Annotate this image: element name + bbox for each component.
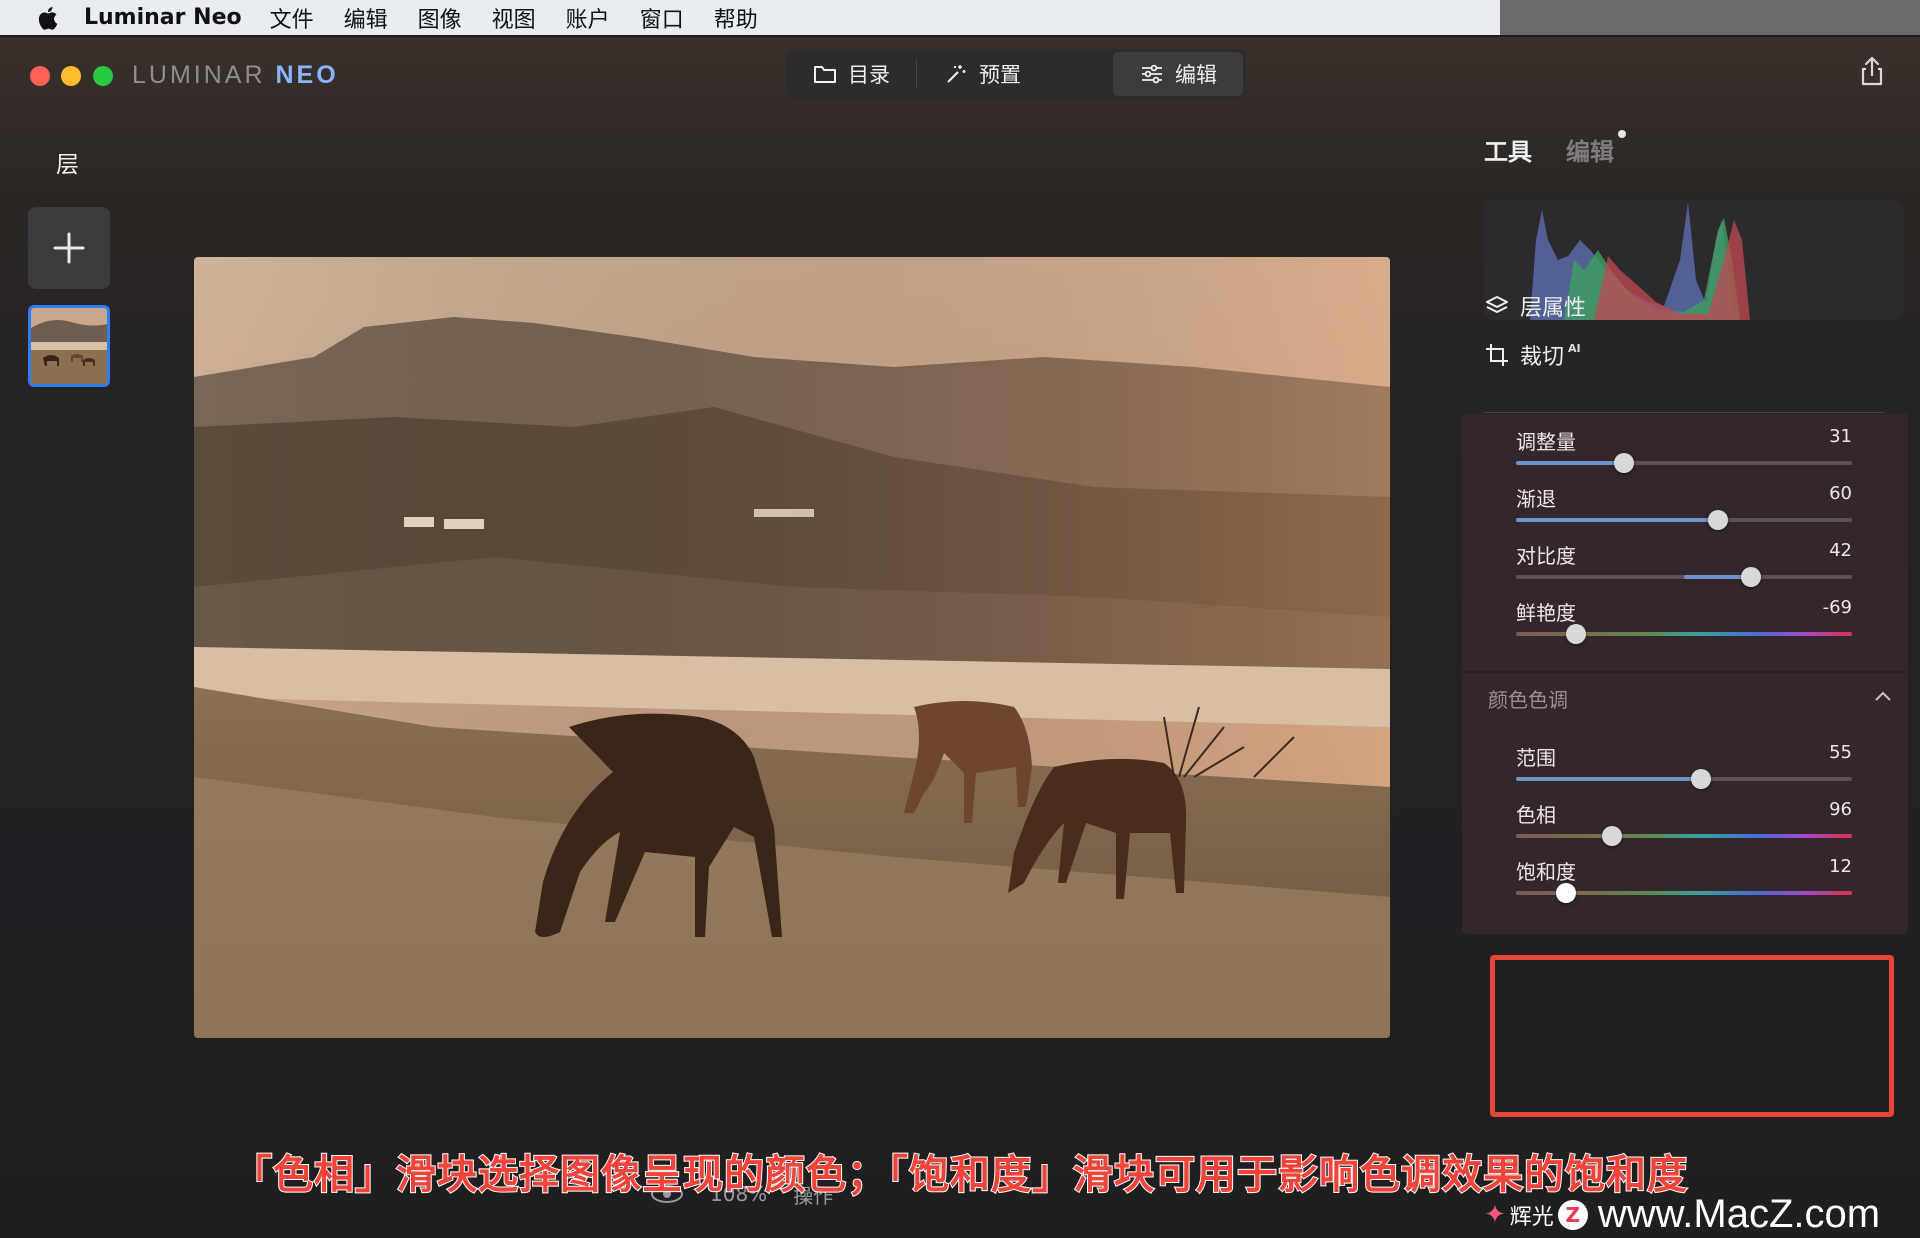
menu-help[interactable]: 帮助 bbox=[714, 2, 758, 34]
slider-fade-label: 渐退 bbox=[1516, 487, 1556, 511]
close-window-button[interactable] bbox=[30, 66, 50, 86]
edits-dot bbox=[1618, 130, 1626, 138]
share-icon[interactable] bbox=[1858, 55, 1886, 87]
plus-icon bbox=[53, 232, 85, 264]
slider-fade-value[interactable]: 60 bbox=[1829, 483, 1852, 504]
tab-presets[interactable]: 预置 bbox=[917, 52, 1047, 96]
menu-view[interactable]: 视图 bbox=[492, 2, 536, 34]
sparkle-icon: ✦ bbox=[1484, 1199, 1506, 1230]
slider-knob[interactable] bbox=[1690, 769, 1711, 789]
slider-saturation-value[interactable]: 12 bbox=[1829, 856, 1852, 877]
photo-image bbox=[194, 257, 1390, 1038]
menu-bar: Luminar Neo 文件 编辑 图像 视图 账户 窗口 帮助 bbox=[0, 0, 1500, 35]
menu-bar-extras bbox=[1500, 0, 1920, 35]
app-window: LUMINAR NEO 目录 预置 编辑 层 108% 操作 工具 编辑 层属性… bbox=[0, 37, 1920, 1238]
watermark-badge-label: 辉光 bbox=[1509, 1204, 1554, 1230]
slider-saturation-label: 饱和度 bbox=[1516, 860, 1576, 884]
brand-luminar: LUMINAR bbox=[132, 61, 276, 89]
slider-knob[interactable] bbox=[1707, 510, 1728, 530]
minimize-window-button[interactable] bbox=[61, 66, 81, 86]
slider-amount-value[interactable]: 31 bbox=[1829, 426, 1852, 447]
menu-window[interactable]: 窗口 bbox=[640, 2, 684, 34]
main-photo[interactable] bbox=[194, 257, 1390, 1038]
folder-icon bbox=[814, 66, 836, 83]
layers-icon bbox=[1486, 296, 1508, 313]
tab-edit[interactable]: 编辑 bbox=[1113, 52, 1243, 96]
section-title-color-tone[interactable]: 颜色色调 bbox=[1488, 684, 1568, 713]
layers-title: 层 bbox=[56, 152, 79, 178]
slider-track[interactable] bbox=[1516, 826, 1852, 846]
tab-edits[interactable]: 编辑 bbox=[1566, 130, 1626, 167]
slider-range-value[interactable]: 55 bbox=[1829, 742, 1852, 763]
ai-badge: AI bbox=[1568, 341, 1581, 355]
slider-fill bbox=[1516, 461, 1624, 465]
apple-icon[interactable] bbox=[30, 5, 64, 31]
watermark-badge: ✦ 辉光 Z bbox=[1484, 1199, 1588, 1231]
watermark-url: www.MacZ.com bbox=[1597, 1192, 1881, 1236]
tab-catalog-label: 目录 bbox=[848, 63, 890, 87]
slider-knob[interactable] bbox=[1741, 567, 1762, 587]
slider-hue-value[interactable]: 96 bbox=[1829, 799, 1852, 820]
slider-fill bbox=[1516, 518, 1718, 522]
slider-knob[interactable] bbox=[1566, 624, 1587, 644]
brand-logo: LUMINAR NEO bbox=[132, 61, 339, 90]
menu-file[interactable]: 文件 bbox=[270, 2, 314, 34]
slider-knob[interactable] bbox=[1613, 453, 1634, 473]
layer-thumbnail[interactable] bbox=[28, 305, 110, 387]
tool-layer-properties[interactable]: 层属性 bbox=[1484, 290, 1586, 322]
tool-layer-properties-label: 层属性 bbox=[1520, 296, 1587, 321]
menu-image[interactable]: 图像 bbox=[418, 2, 462, 34]
panel-divider bbox=[1484, 412, 1884, 413]
tab-edits-label: 编辑 bbox=[1566, 138, 1614, 166]
slider-amount-label: 调整量 bbox=[1516, 430, 1576, 454]
tab-presets-label: 预置 bbox=[979, 63, 1021, 87]
menu-edit[interactable]: 编辑 bbox=[344, 2, 388, 34]
slider-contrast-value[interactable]: 42 bbox=[1829, 540, 1852, 561]
panel-tabs: 工具 编辑 bbox=[1484, 130, 1626, 167]
mode-switcher: 目录 预置 编辑 bbox=[786, 49, 1246, 99]
watermark: ✦ 辉光 Z www.MacZ.com bbox=[1484, 1192, 1880, 1237]
slider-fill bbox=[1516, 777, 1701, 781]
menu-account[interactable]: 账户 bbox=[566, 2, 610, 34]
zoom-window-button[interactable] bbox=[93, 66, 113, 86]
app-name-menu[interactable]: Luminar Neo bbox=[84, 5, 242, 30]
slider-contrast-label: 对比度 bbox=[1516, 544, 1576, 568]
highlight-box bbox=[1490, 955, 1894, 1117]
slider-track[interactable] bbox=[1516, 624, 1852, 644]
section-separator bbox=[1462, 671, 1908, 673]
chevron-up-icon[interactable] bbox=[1874, 690, 1892, 702]
add-layer-button[interactable] bbox=[28, 207, 110, 289]
slider-track[interactable] bbox=[1516, 453, 1852, 473]
magic-wand-icon bbox=[947, 65, 966, 83]
z-logo-icon: Z bbox=[1557, 1199, 1588, 1230]
slider-knob[interactable] bbox=[1601, 826, 1622, 846]
slider-track[interactable] bbox=[1516, 769, 1852, 789]
slider-hue-label: 色相 bbox=[1516, 803, 1556, 827]
sliders-icon bbox=[1142, 64, 1162, 84]
slider-range-label: 范围 bbox=[1516, 746, 1556, 770]
slider-vibrance-value[interactable]: -69 bbox=[1823, 597, 1852, 618]
tool-crop-label: 裁切 bbox=[1520, 345, 1565, 370]
tool-crop[interactable]: 裁切 AI bbox=[1484, 339, 1581, 371]
brand-neo: NEO bbox=[275, 61, 339, 89]
slider-track[interactable] bbox=[1516, 883, 1852, 903]
slider-vibrance-label: 鲜艳度 bbox=[1516, 601, 1576, 625]
tab-edit-label: 编辑 bbox=[1175, 63, 1217, 87]
slider-track[interactable] bbox=[1516, 567, 1852, 587]
tab-catalog[interactable]: 目录 bbox=[786, 52, 916, 96]
slider-knob[interactable] bbox=[1556, 883, 1577, 903]
tab-tools[interactable]: 工具 bbox=[1484, 132, 1532, 167]
color-adjustment-panel: 调整量 31 渐退 60 对比度 42 鲜艳度 -69 颜色色调 范围 55 色… bbox=[1462, 414, 1908, 934]
layer-thumbnail-image bbox=[31, 308, 107, 384]
crop-icon bbox=[1486, 344, 1508, 366]
slider-track[interactable] bbox=[1516, 510, 1852, 530]
